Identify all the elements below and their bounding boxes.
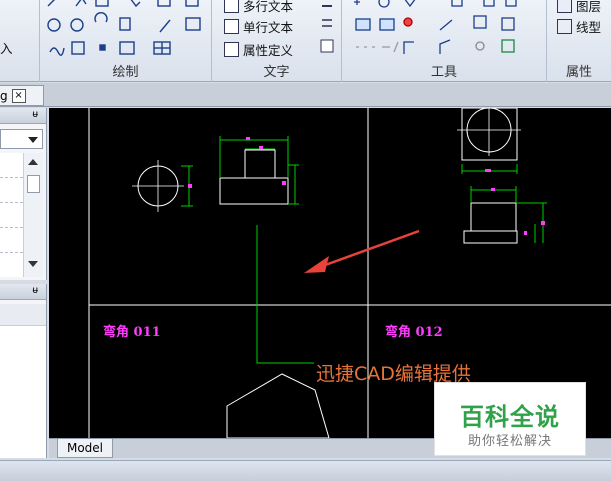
palette-select[interactable]	[0, 129, 43, 149]
hatch-tool-icon	[157, 0, 171, 7]
text-style-icons	[320, 5, 334, 53]
gradient-tool-icon	[185, 17, 201, 31]
edit-text-icon	[320, 39, 334, 53]
mirror-tool-icon	[404, 0, 416, 8]
ribbon-panel-properties: 图层 线型 属性	[547, 0, 611, 82]
stretch-tool-icon	[473, 15, 487, 29]
document-tab-label: g	[0, 88, 8, 103]
annotation-arrow	[304, 229, 420, 273]
palette-row[interactable]	[0, 304, 46, 326]
part-top-right	[457, 108, 521, 174]
scroll-down-icon[interactable]	[28, 261, 38, 267]
move-tool-icon	[354, 0, 360, 5]
array-tool-icon	[483, 0, 495, 7]
scroll-thumb[interactable]	[27, 175, 40, 193]
layer-label: 图层	[576, 0, 602, 14]
layer-icon	[557, 0, 572, 13]
attribute-definition-label: 属性定义	[243, 43, 294, 58]
palette-scrollbar[interactable]	[24, 153, 43, 277]
single-line-text-button[interactable]: 单行文本	[224, 17, 293, 36]
tools-panel-title: 工具	[430, 65, 457, 80]
cad-application-window: 入 绘制 多行文本 单行文本 属性定义 文字 工具 图层 线型 属性 g × ᵾ…	[0, 0, 611, 481]
window2-tool-icon	[379, 18, 395, 31]
layer-button[interactable]: 图层	[557, 0, 601, 15]
mtext-button[interactable]: 多行文本	[224, 0, 293, 15]
scroll-up-icon[interactable]	[28, 159, 38, 165]
linetype-icon	[557, 19, 572, 34]
tools-icons	[354, 0, 517, 54]
ribbon-partial-label[interactable]: 入	[0, 38, 13, 57]
secondary-palette-title-bar: ᵾ	[0, 284, 46, 300]
watermark-subtitle: 助你轻松解决	[467, 434, 552, 449]
single-line-text-label: 单行文本	[243, 20, 294, 35]
document-tab[interactable]: g ×	[0, 85, 44, 106]
hatch-pattern-icon	[71, 41, 85, 55]
draw-panel-title: 绘制	[112, 65, 139, 80]
fillet-tool-icon	[403, 41, 414, 54]
watermark-badge: 百科全说 助你轻松解决	[434, 382, 586, 456]
part-block-front	[219, 136, 299, 205]
rotate-tool-icon	[378, 0, 390, 8]
offset-tool-icon	[451, 0, 463, 7]
drawing-label: 弯角 012	[385, 325, 443, 340]
attribute-definition-icon	[224, 42, 239, 57]
circle-tool-icon	[47, 18, 61, 32]
draw-tools-icons	[47, 0, 201, 56]
arc2-tool-icon	[94, 12, 108, 23]
polyline-tool-icon	[75, 0, 87, 7]
close-icon[interactable]: ×	[11, 88, 26, 103]
point-tool-icon	[99, 44, 106, 51]
properties-tool-icon	[501, 17, 515, 31]
text-align-icon	[322, 19, 332, 27]
ellipse-tool-icon	[70, 18, 84, 32]
palette-list[interactable]	[0, 153, 24, 277]
ribbon-panel-tools: 工具	[342, 0, 547, 82]
ribbon-panel-draw: 绘制	[40, 0, 212, 82]
rectangle-tool-icon	[95, 0, 109, 7]
scale-tool-icon	[505, 0, 517, 7]
color-tool-icon	[403, 17, 413, 27]
watermark-title: 百科全说	[460, 403, 560, 431]
chevron-down-icon	[28, 137, 38, 143]
copy-tool-icon	[119, 17, 131, 31]
arc-tool-icon	[130, 0, 141, 8]
part-polygon	[226, 373, 330, 438]
linetype-button[interactable]: 线型	[557, 17, 601, 36]
single-line-text-icon	[224, 19, 239, 34]
part-circle-left	[132, 160, 193, 212]
leader-line	[256, 225, 314, 364]
pin-icon[interactable]: ᵾ	[33, 285, 38, 296]
linetype-label: 线型	[576, 20, 602, 35]
properties-panel-title: 属性	[565, 65, 592, 80]
secondary-palette: ᵾ	[0, 284, 47, 458]
tab-model[interactable]: Model	[57, 439, 113, 458]
part-right-front	[463, 186, 547, 244]
trim-tool-icon	[439, 19, 453, 31]
text-panel-title: 文字	[263, 65, 290, 80]
mtext-label: 多行文本	[243, 0, 294, 14]
line-tool-icon	[47, 0, 55, 7]
ribbon-panel-text: 多行文本 单行文本 属性定义 文字	[212, 0, 342, 82]
spline-tool-icon	[49, 47, 65, 56]
ribbon-panel-partial-left: 入	[0, 0, 40, 82]
ribbon: 入 绘制 多行文本 单行文本 属性定义 文字 工具 图层 线型 属性	[0, 0, 611, 82]
palette-content	[0, 326, 46, 458]
attribute-definition-button[interactable]: 属性定义	[224, 40, 293, 59]
properties-palette: ᵾ	[0, 108, 47, 280]
chamfer-tool-icon	[439, 39, 451, 54]
image-tool-icon	[119, 41, 135, 55]
status-bar	[0, 460, 611, 481]
group-tool-icon	[501, 39, 515, 53]
document-tab-strip: g ×	[0, 83, 611, 107]
properties-palette-title-bar: ᵾ	[0, 108, 46, 124]
drawing-label: 弯角 011	[103, 325, 161, 340]
block-tool-icon	[185, 0, 199, 7]
mtext-icon	[224, 0, 239, 13]
explode-tool-icon	[475, 41, 485, 51]
window-tool-icon	[355, 18, 371, 31]
join-tool-icon	[382, 41, 399, 53]
pen-tool-icon	[159, 19, 171, 33]
pin-icon[interactable]: ᵾ	[33, 109, 38, 120]
